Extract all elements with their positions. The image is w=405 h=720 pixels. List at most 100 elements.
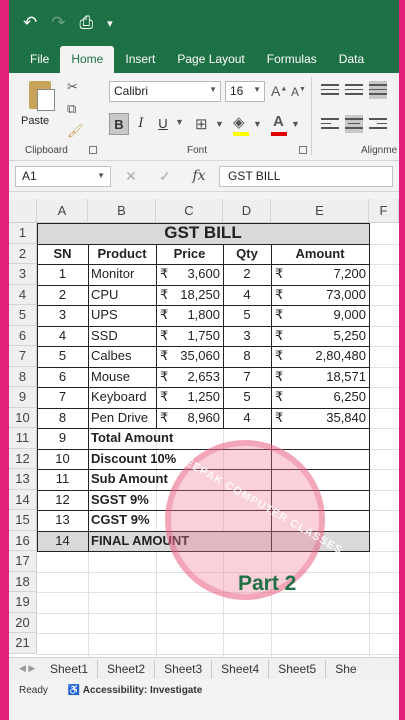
sheet-tab-6[interactable]: She: [326, 660, 365, 678]
bold-button[interactable]: B: [109, 113, 129, 135]
customize-toolbar-icon[interactable]: ▾: [107, 17, 113, 30]
enter-icon[interactable]: ✓: [151, 168, 179, 185]
price-cell[interactable]: 1,800: [159, 305, 220, 326]
paste-button[interactable]: Paste: [21, 79, 61, 137]
product-cell[interactable]: Pen Drive: [91, 408, 153, 429]
row-header-18[interactable]: 18: [9, 571, 37, 592]
align-center-icon[interactable]: [345, 115, 363, 133]
cut-icon[interactable]: ✂: [67, 79, 78, 95]
price-cell[interactable]: 18,250: [159, 285, 220, 306]
tab-formulas[interactable]: Formulas: [256, 52, 328, 73]
column-header-b[interactable]: B: [88, 199, 156, 223]
row-header-11[interactable]: 11: [9, 428, 37, 449]
row-header-3[interactable]: 3: [9, 264, 37, 285]
qty-cell[interactable]: 4: [226, 408, 268, 429]
row-header-2[interactable]: 2: [9, 243, 37, 264]
product-cell[interactable]: Monitor: [91, 264, 153, 285]
sn-cell[interactable]: 4: [40, 326, 85, 347]
row-header-21[interactable]: 21: [9, 633, 37, 654]
row-header-1[interactable]: 1: [9, 223, 37, 244]
format-painter-icon[interactable]: 🖌: [67, 123, 84, 139]
copy-icon[interactable]: ⧉: [67, 101, 76, 117]
price-cell[interactable]: 2,653: [159, 367, 220, 388]
sn-cell[interactable]: 2: [40, 285, 85, 306]
price-cell[interactable]: 1,750: [159, 326, 220, 347]
font-launcher-icon[interactable]: [299, 146, 307, 154]
qty-cell[interactable]: 3: [226, 326, 268, 347]
accessibility-status[interactable]: ♿ Accessibility: Investigate: [68, 685, 202, 696]
qty-cell[interactable]: 4: [226, 285, 268, 306]
amount-cell[interactable]: 35,840: [274, 408, 366, 429]
font-name-select[interactable]: Calibri ▼: [109, 81, 221, 102]
formula-input[interactable]: GST BILL: [219, 165, 393, 187]
increase-font-icon[interactable]: A▲: [271, 83, 287, 99]
qty-cell[interactable]: 5: [226, 387, 268, 408]
row-header-19[interactable]: 19: [9, 592, 37, 613]
borders-icon[interactable]: ⊞: [195, 115, 208, 133]
select-all-corner[interactable]: [9, 199, 37, 223]
align-middle-icon[interactable]: [345, 81, 363, 99]
row-header-20[interactable]: 20: [9, 612, 37, 633]
header-cell-amount[interactable]: Amount: [274, 244, 366, 265]
undo-icon[interactable]: ↶: [23, 13, 37, 33]
product-cell[interactable]: Keyboard: [91, 387, 153, 408]
qty-cell[interactable]: 8: [226, 346, 268, 367]
chevron-down-icon[interactable]: ▼: [215, 119, 224, 129]
redo-icon[interactable]: ↷: [51, 13, 65, 33]
sheet-tab-5[interactable]: Sheet5: [269, 659, 327, 678]
row-header-8[interactable]: 8: [9, 366, 37, 387]
sn-cell[interactable]: 6: [40, 367, 85, 388]
qty-cell[interactable]: 5: [226, 305, 268, 326]
sn-cell[interactable]: 9: [40, 428, 85, 449]
price-cell[interactable]: 8,960: [159, 408, 220, 429]
font-size-select[interactable]: 16 ▼: [225, 81, 265, 102]
header-cell-qty[interactable]: Qty: [226, 244, 268, 265]
sn-cell[interactable]: 13: [40, 510, 85, 531]
header-cell-price[interactable]: Price: [159, 244, 220, 265]
header-cell-sn[interactable]: SN: [40, 244, 85, 265]
product-cell[interactable]: Calbes: [91, 346, 153, 367]
sn-cell[interactable]: 8: [40, 408, 85, 429]
sn-cell[interactable]: 11: [40, 469, 85, 490]
amount-cell[interactable]: 73,000: [274, 285, 366, 306]
row-header-13[interactable]: 13: [9, 469, 37, 490]
qty-cell[interactable]: 7: [226, 367, 268, 388]
row-header-6[interactable]: 6: [9, 325, 37, 346]
amount-cell[interactable]: 18,571: [274, 367, 366, 388]
tab-file[interactable]: File: [19, 52, 60, 73]
sn-cell[interactable]: 14: [40, 531, 85, 552]
chevron-down-icon[interactable]: ▼: [291, 119, 300, 129]
column-header-c[interactable]: C: [156, 199, 223, 223]
print-preview-icon[interactable]: ⎙: [80, 13, 94, 33]
row-header-15[interactable]: 15: [9, 510, 37, 531]
row-header-5[interactable]: 5: [9, 305, 37, 326]
column-header-f[interactable]: F: [369, 199, 399, 223]
align-top-icon[interactable]: [321, 81, 339, 99]
row-header-12[interactable]: 12: [9, 448, 37, 469]
tab-home[interactable]: Home: [60, 46, 115, 73]
price-cell[interactable]: 35,060: [159, 346, 220, 367]
column-header-a[interactable]: A: [37, 199, 88, 223]
amount-cell[interactable]: 5,250: [274, 326, 366, 347]
sn-cell[interactable]: 10: [40, 449, 85, 470]
fill-color-icon[interactable]: ◈: [233, 113, 245, 131]
sn-cell[interactable]: 5: [40, 346, 85, 367]
tab-data[interactable]: Data: [328, 52, 375, 73]
row-header-14[interactable]: 14: [9, 489, 37, 510]
product-cell[interactable]: Mouse: [91, 367, 153, 388]
column-header-d[interactable]: D: [223, 199, 271, 223]
row-header-10[interactable]: 10: [9, 407, 37, 428]
name-box[interactable]: A1 ▼: [15, 165, 111, 187]
row-header-7[interactable]: 7: [9, 346, 37, 367]
header-cell-product[interactable]: Product: [91, 244, 153, 265]
decrease-font-icon[interactable]: A▼: [291, 85, 306, 99]
italic-button[interactable]: I: [131, 113, 151, 135]
sn-cell[interactable]: 7: [40, 387, 85, 408]
chevron-down-icon[interactable]: ▼: [253, 119, 262, 129]
sheet-tab-4[interactable]: Sheet4: [212, 659, 270, 678]
row-header-17[interactable]: 17: [9, 551, 37, 572]
row-header-4[interactable]: 4: [9, 284, 37, 305]
sn-cell[interactable]: 12: [40, 490, 85, 511]
amount-cell[interactable]: 7,200: [274, 264, 366, 285]
amount-cell[interactable]: 2,80,480: [274, 346, 366, 367]
